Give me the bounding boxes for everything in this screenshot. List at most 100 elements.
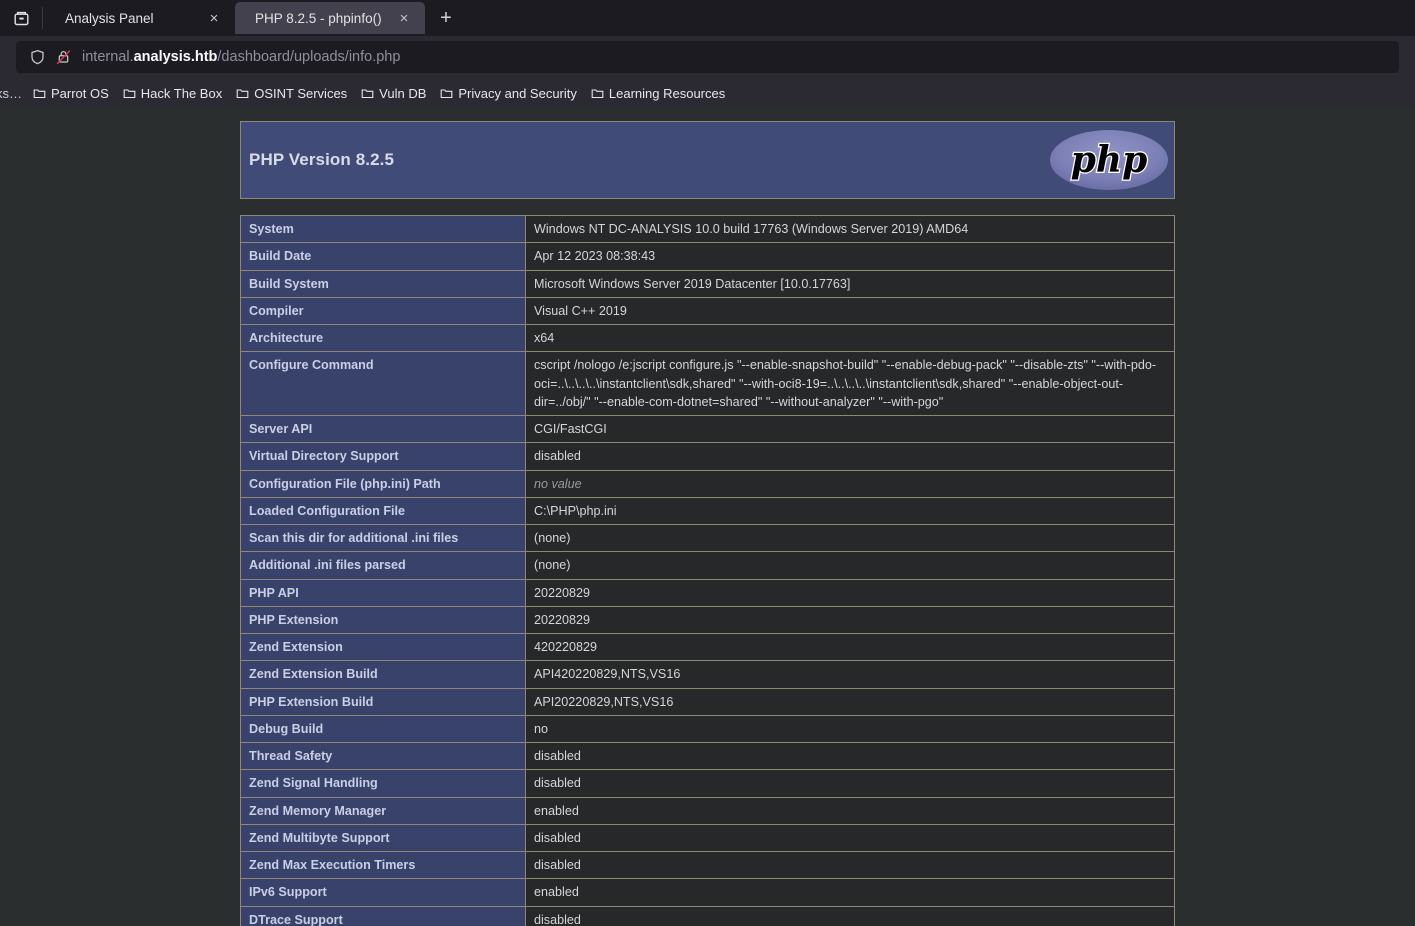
row-key: Loaded Configuration File [240,496,526,526]
bookmark-label: OSINT Services [254,85,348,101]
tab-strip: Analysis Panel × PHP 8.2.5 - phpinfo() ×… [0,0,1415,36]
table-row: Compiler Visual C++ 2019 [240,296,1175,326]
row-value: disabled [525,741,1175,771]
table-row: DTrace Support disabled [240,905,1175,926]
bookmarks-overflow-label[interactable]: ks… [0,86,26,101]
table-row: Architecture x64 [240,323,1175,353]
table-row: Zend Extension Build API420220829,NTS,VS… [240,660,1175,689]
table-row: IPv6 Support enabled [240,878,1175,907]
row-value: Windows NT DC-ANALYSIS 10.0 build 17763 … [525,214,1175,244]
table-row: Zend Extension 420220829 [240,632,1175,662]
bookmark-parrot-os[interactable]: Parrot OS [26,83,116,104]
row-value: API420220829,NTS,VS16 [525,660,1175,689]
table-row: Zend Signal Handling disabled [240,769,1175,798]
row-key: System [240,214,526,244]
tab-analysis-panel[interactable]: Analysis Panel × [45,2,235,34]
row-key: Zend Extension Build [240,660,526,689]
page-title: PHP Version 8.2.5 [249,150,395,169]
bookmark-label: Privacy and Security [458,85,577,101]
table-row: Configuration File (php.ini) Path no val… [240,469,1175,498]
bookmarks-bar: ks… Parrot OS Hack The Box [0,78,1415,108]
bookmark-hack-the-box[interactable]: Hack The Box [116,83,229,104]
new-tab-icon[interactable]: + [429,2,463,34]
table-row: Loaded Configuration File C:\PHP\php.ini [240,496,1175,526]
folder-icon [33,87,46,99]
row-value: 420220829 [525,632,1175,662]
row-value: x64 [525,323,1175,353]
table-row: Build System Microsoft Windows Server 20… [240,269,1175,298]
close-icon[interactable]: × [203,7,225,29]
table-row: Build Date Apr 12 2023 08:38:43 [240,242,1175,271]
row-value: disabled [525,850,1175,880]
navigation-toolbar: internal.analysis.htb/dashboard/uploads/… [0,36,1415,78]
bookmark-vuln-db[interactable]: Vuln DB [354,83,433,104]
row-value: disabled [525,905,1175,926]
browser-chrome: Analysis Panel × PHP 8.2.5 - phpinfo() ×… [0,0,1415,108]
table-row: System Windows NT DC-ANALYSIS 10.0 build… [240,214,1175,244]
row-key: Virtual Directory Support [240,442,526,471]
row-key: Compiler [240,296,526,326]
bookmark-label: Parrot OS [51,85,109,101]
url-prefix: internal. [82,49,134,65]
url-text[interactable]: internal.analysis.htb/dashboard/uploads/… [82,49,400,65]
table-row: Thread Safety disabled [240,741,1175,771]
bookmark-label: Learning Resources [608,85,726,101]
row-key: IPv6 Support [240,878,526,907]
table-row: PHP Extension 20220829 [240,605,1175,635]
url-host: analysis.htb [133,49,218,65]
row-value: disabled [525,442,1175,471]
phpinfo-table: System Windows NT DC-ANALYSIS 10.0 build… [240,214,1175,926]
table-row: Zend Multibyte Support disabled [240,823,1175,853]
tab-title: Analysis Panel [65,10,154,26]
folder-icon [440,87,453,99]
row-value: 20220829 [525,605,1175,635]
shield-icon[interactable] [24,44,50,70]
bookmark-privacy-and-security[interactable]: Privacy and Security [433,83,584,104]
row-key: Additional .ini files parsed [240,551,526,580]
row-value: (none) [525,523,1175,553]
row-value: enabled [525,796,1175,825]
table-row: Zend Max Execution Timers disabled [240,850,1175,880]
row-key: Scan this dir for additional .ini files [240,523,526,553]
bookmark-learning-resources[interactable]: Learning Resources [584,83,732,104]
phpinfo-container: PHP Version 8.2.5 php System Windows NT … [240,108,1175,926]
tab-list-icon[interactable] [0,0,42,36]
row-key: Zend Max Execution Timers [240,850,526,880]
table-row: Scan this dir for additional .ini files … [240,523,1175,553]
table-row: Debug Build no [240,714,1175,744]
row-value: C:\PHP\php.ini [525,496,1175,526]
bookmark-label: Vuln DB [379,85,427,101]
lock-insecure-icon[interactable] [50,44,76,70]
phpinfo-table-body: System Windows NT DC-ANALYSIS 10.0 build… [240,214,1175,926]
close-icon[interactable]: × [393,7,415,29]
folder-icon [123,87,136,99]
row-value: (none) [525,551,1175,580]
tab-title: PHP 8.2.5 - phpinfo() [255,10,382,26]
row-value: CGI/FastCGI [525,414,1175,444]
row-value: no value [525,469,1175,498]
row-key: Architecture [240,323,526,353]
row-value: 20220829 [525,578,1175,607]
table-row: Additional .ini files parsed (none) [240,551,1175,580]
folder-icon [591,87,604,99]
row-value: Apr 12 2023 08:38:43 [525,242,1175,271]
row-key: Thread Safety [240,741,526,771]
table-row: PHP Extension Build API20220829,NTS,VS16 [240,687,1175,716]
row-key: Zend Multibyte Support [240,823,526,853]
tabstrip-divider [42,7,43,29]
url-bar[interactable]: internal.analysis.htb/dashboard/uploads/… [16,41,1399,73]
row-value: Microsoft Windows Server 2019 Datacenter… [525,269,1175,298]
tab-php-phpinfo[interactable]: PHP 8.2.5 - phpinfo() × [235,2,425,34]
row-key: Zend Signal Handling [240,769,526,798]
page-content: PHP Version 8.2.5 php System Windows NT … [0,108,1415,926]
table-row: Configure Command cscript /nologo /e:jsc… [240,351,1175,416]
bookmark-label: Hack The Box [140,85,223,101]
table-row: Virtual Directory Support disabled [240,442,1175,471]
bookmark-osint-services[interactable]: OSINT Services [229,83,354,104]
row-key: Build Date [240,242,526,271]
row-value: disabled [525,769,1175,798]
row-key: PHP Extension Build [240,687,526,716]
row-key: Debug Build [240,714,526,744]
php-logo-icon: php [1048,128,1170,192]
url-path: /dashboard/uploads/info.php [217,49,401,65]
